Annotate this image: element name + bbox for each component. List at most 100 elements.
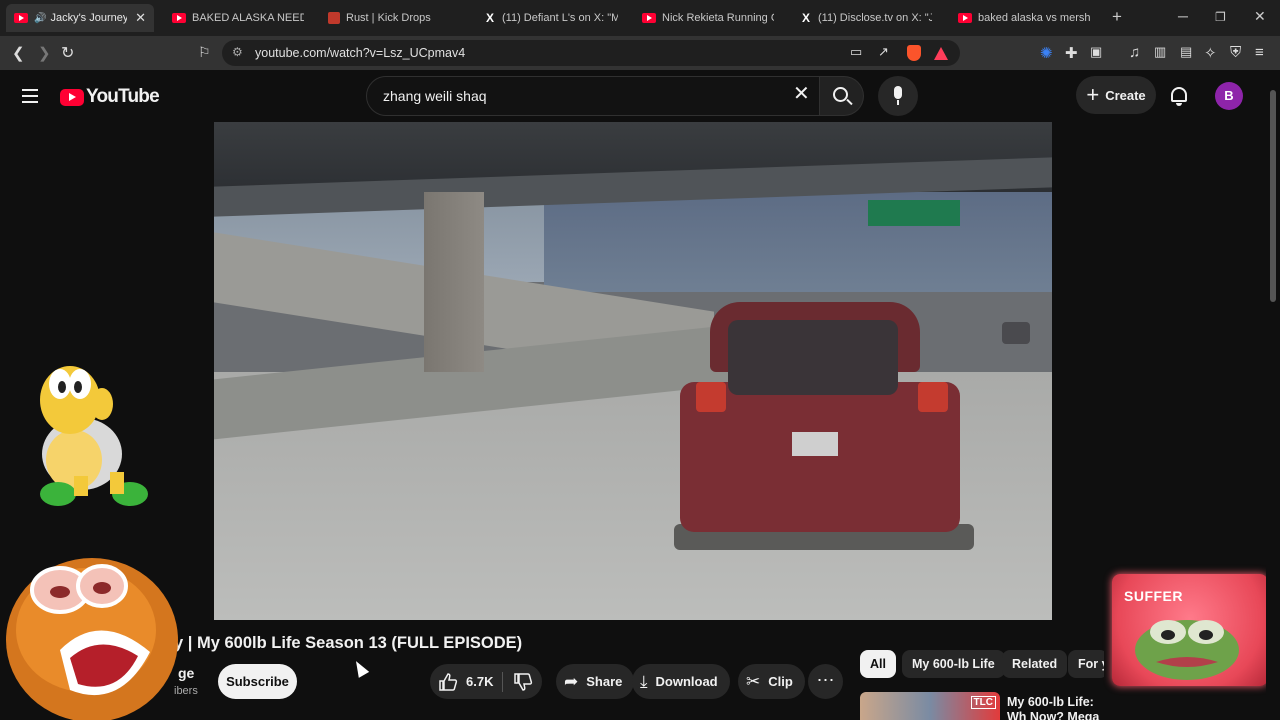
- dislike-button[interactable]: [503, 664, 542, 699]
- share-button[interactable]: ➦ Share: [556, 664, 635, 699]
- subscribe-button[interactable]: Subscribe: [218, 664, 297, 699]
- brave-shields-icon[interactable]: [907, 45, 921, 61]
- clip-label: Clip: [768, 674, 793, 689]
- browser-tab[interactable]: 🔊 Jacky's Journey | M ✕: [6, 4, 154, 32]
- browser-tab[interactable]: baked alaska vs mersh - Y: [950, 4, 1096, 32]
- tab-label: Rust | Kick Drops: [346, 12, 431, 24]
- url-text: youtube.com/watch?v=Lsz_UCpmav4: [255, 46, 466, 60]
- wallet-icon[interactable]: ▤: [1180, 44, 1192, 60]
- video-frame-highway-sign: [868, 200, 960, 226]
- share-page-icon[interactable]: ↗: [878, 44, 889, 60]
- video-title: y | My 600lb Life Season 13 (FULL EPISOD…: [174, 634, 523, 652]
- download-button[interactable]: ⤓ Download: [632, 664, 730, 699]
- tab-label: BAKED ALASKA NEEDS M: [192, 12, 304, 24]
- like-dislike-group: 6.7K: [430, 664, 542, 699]
- video-frame-minivan: [674, 302, 974, 552]
- vpn-shield-icon[interactable]: ⛨: [1230, 44, 1241, 61]
- video-frame-pillar: [424, 192, 484, 372]
- tlc-badge: TLC: [970, 696, 996, 709]
- vpn-icon[interactable]: ✺: [1040, 44, 1053, 62]
- pepe-frog-face: [1135, 620, 1239, 680]
- thumbs-down-icon: [513, 672, 532, 691]
- youtube-icon: [642, 13, 656, 23]
- x-icon: X: [485, 11, 494, 25]
- youtube-logo[interactable]: YouTube: [60, 86, 160, 108]
- chip-my-600lb-life[interactable]: My 600-lb Life: [902, 650, 1005, 678]
- chip-related[interactable]: Related: [1002, 650, 1068, 678]
- browser-tab[interactable]: X (11) Defiant L's on X: "Mul: [476, 4, 624, 32]
- search-icon: [833, 87, 848, 102]
- chip-all[interactable]: All: [860, 650, 896, 678]
- video-frame-distant-car: [1002, 322, 1030, 344]
- site-settings-icon[interactable]: ⚙: [232, 45, 243, 59]
- avatar[interactable]: B: [1215, 82, 1243, 110]
- clear-search-icon[interactable]: ✕: [793, 84, 810, 104]
- tab-label: baked alaska vs mersh - Y: [978, 12, 1090, 24]
- sidebar-icon[interactable]: ▥: [1154, 44, 1166, 60]
- brave-rewards-icon[interactable]: [934, 47, 948, 60]
- extension-icon[interactable]: ▣: [1090, 44, 1102, 60]
- menu-icon[interactable]: ≡: [1255, 44, 1264, 61]
- restore-icon[interactable]: ❐: [1215, 10, 1226, 24]
- recommended-title[interactable]: My 600-lb Life: Wh Now? Mega Marat: [1007, 695, 1107, 720]
- thumbs-up-icon: [439, 672, 458, 691]
- search-input[interactable]: [383, 86, 763, 106]
- browser-tab-strip: 🔊 Jacky's Journey | M ✕ BAKED ALASKA NEE…: [0, 0, 1280, 36]
- share-label: Share: [586, 674, 623, 689]
- video-player[interactable]: [214, 122, 1052, 620]
- search-button[interactable]: [820, 76, 864, 116]
- recommended-thumbnail[interactable]: TLC: [860, 692, 1000, 720]
- bookmark-icon[interactable]: ⚐: [198, 44, 211, 61]
- notifications-bell-icon[interactable]: [1171, 87, 1187, 106]
- create-label: Create: [1105, 87, 1146, 103]
- crying-potato-emote-overlay: [6, 558, 178, 720]
- audio-playing-icon: 🔊: [34, 12, 47, 24]
- tab-label: Nick Rekieta Running Off: [662, 12, 774, 24]
- koopa-troopa-overlay: [40, 366, 148, 506]
- youtube-icon: [172, 13, 186, 23]
- clip-button[interactable]: ✂ Clip: [738, 664, 805, 699]
- tab-label: (11) Defiant L's on X: "Mul: [502, 12, 618, 24]
- youtube-icon: [958, 13, 972, 23]
- page-scrollbar[interactable]: [1266, 70, 1280, 720]
- youtube-masthead: YouTube ✕ + Create B: [0, 70, 1266, 122]
- extensions-icon[interactable]: ✚: [1065, 44, 1078, 62]
- voice-search-button[interactable]: [878, 76, 918, 116]
- leo-ai-icon[interactable]: ✧: [1204, 44, 1217, 62]
- x-icon: X: [801, 11, 810, 25]
- address-bar[interactable]: ⚙ youtube.com/watch?v=Lsz_UCpmav4 ▭ ↗: [222, 40, 960, 66]
- back-icon[interactable]: ❮: [12, 44, 25, 62]
- pepe-caption: SUFFER: [1124, 588, 1183, 604]
- tab-label: (11) Disclose.tv on X: "JUS: [818, 12, 932, 24]
- browser-toolbar: ❮ ❯ ↻ ⚐ ⚙ youtube.com/watch?v=Lsz_UCpmav…: [0, 36, 1280, 70]
- like-button[interactable]: 6.7K: [430, 664, 502, 699]
- like-count: 6.7K: [466, 674, 494, 689]
- rust-icon: [328, 12, 340, 24]
- create-button[interactable]: + Create: [1076, 76, 1156, 114]
- browser-tab[interactable]: Nick Rekieta Running Off: [634, 4, 782, 32]
- cast-icon[interactable]: ▭: [850, 44, 862, 60]
- chip-for-you[interactable]: For y: [1068, 650, 1108, 678]
- youtube-play-icon: [60, 88, 84, 106]
- pepe-tv-overlay: SUFFER: [1104, 544, 1280, 692]
- forward-icon[interactable]: ❯: [38, 44, 51, 62]
- media-icon[interactable]: ♫: [1129, 44, 1140, 61]
- scissors-icon: ✂: [746, 671, 761, 691]
- browser-tab[interactable]: X (11) Disclose.tv on X: "JUS: [792, 4, 940, 32]
- reload-icon[interactable]: ↻: [61, 43, 74, 63]
- close-tab-icon[interactable]: ✕: [135, 10, 146, 26]
- browser-tab[interactable]: BAKED ALASKA NEEDS M: [164, 4, 312, 32]
- new-tab-button[interactable]: +: [1112, 7, 1122, 27]
- more-actions-button[interactable]: ⋯: [808, 664, 843, 699]
- search-box: [366, 76, 820, 116]
- guide-menu-icon[interactable]: [22, 89, 38, 103]
- browser-tab[interactable]: Rust | Kick Drops: [320, 4, 468, 32]
- minimize-icon[interactable]: ─: [1178, 8, 1188, 24]
- scrollbar-thumb[interactable]: [1270, 90, 1276, 302]
- share-arrow-icon: ➦: [564, 671, 579, 691]
- download-label: Download: [655, 674, 718, 689]
- plus-icon: +: [1086, 82, 1100, 107]
- mouse-cursor-icon: [350, 658, 370, 678]
- close-window-icon[interactable]: ✕: [1254, 8, 1266, 25]
- youtube-icon: [14, 13, 28, 23]
